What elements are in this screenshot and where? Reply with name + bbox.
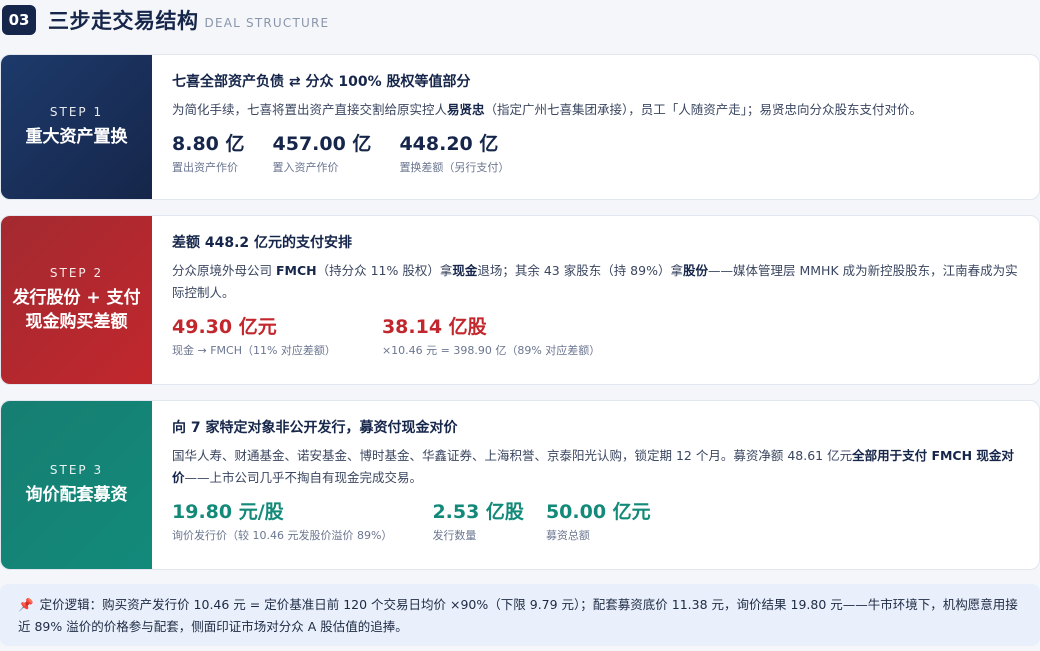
metrics-row: 19.80 元/股 询价发行价（较 10.46 元发股价溢价 89%） 2.53… — [172, 499, 1019, 543]
step-description: 分众原境外母公司 FMCH（持分众 11% 股权）拿现金退场；其余 43 家股东… — [172, 260, 1019, 304]
metric-value: 457.00 亿 — [272, 133, 372, 155]
metric-label: ×10.46 元 = 398.90 亿（89% 对应差额） — [381, 344, 601, 357]
section-title: 三步走交易结构 — [48, 9, 199, 33]
metric: 448.20 亿 置换差额（另行支付） — [399, 131, 509, 175]
metric-label: 募资总额 — [545, 529, 590, 542]
step-card-1: STEP 1 重大资产置换 七喜全部资产负债 ⇄ 分众 100% 股权等值部分 … — [0, 54, 1040, 200]
metric-label: 置换差额（另行支付） — [399, 161, 510, 174]
step-body: 向 7 家特定对象非公开发行，募资付现金对价 国华人寿、财通基金、诺安基金、博时… — [152, 401, 1039, 569]
desc-emphasis: 现金 — [452, 263, 478, 278]
desc-emphasis: 股份 — [682, 263, 708, 278]
step-body: 差额 448.2 亿元的支付安排 分众原境外母公司 FMCH（持分众 11% 股… — [152, 216, 1039, 384]
metric-label: 置出资产作价 — [172, 161, 238, 174]
desc-text: 为简化手续，七喜将置出资产直接交割给原实控人 — [172, 102, 448, 117]
metric-value: 2.53 亿股 — [432, 501, 524, 523]
step-card-3: STEP 3 询价配套募资 向 7 家特定对象非公开发行，募资付现金对价 国华人… — [0, 400, 1040, 570]
step-title: 七喜全部资产负债 ⇄ 分众 100% 股权等值部分 — [172, 74, 471, 90]
desc-emphasis: FMCH — [275, 263, 317, 278]
step-title: 差额 448.2 亿元的支付安排 — [172, 235, 353, 251]
metric-value: 448.20 亿 — [399, 133, 499, 155]
desc-text: 国华人寿、财通基金、诺安基金、博时基金、华鑫证券、上海积誉、京泰阳光认购，锁定期… — [172, 448, 853, 463]
metric-value: 19.80 元/股 — [172, 501, 284, 523]
step-side-panel: STEP 1 重大资产置换 — [1, 55, 152, 199]
metric: 2.53 亿股 发行数量 — [432, 499, 524, 543]
step-name: 询价配套募资 — [25, 485, 128, 505]
step-side-panel: STEP 3 询价配套募资 — [1, 401, 152, 569]
metrics-row: 8.80 亿 置出资产作价 457.00 亿 置入资产作价 448.20 亿 置… — [172, 131, 1019, 175]
metrics-row: 49.30 亿元 现金 → FMCH（11% 对应差额） 38.14 亿股 ×1… — [172, 314, 1019, 358]
pin-icon: 📌 — [18, 597, 34, 612]
step-description: 国华人寿、财通基金、诺安基金、博时基金、华鑫证券、上海积誉、京泰阳光认购，锁定期… — [172, 445, 1019, 489]
step-name: 重大资产置换 — [25, 127, 128, 147]
step-label: STEP 3 — [49, 463, 104, 477]
desc-text: 退场；其余 43 家股东（持 89%）拿 — [477, 263, 683, 278]
metric: 38.14 亿股 ×10.46 元 = 398.90 亿（89% 对应差额） — [382, 314, 600, 358]
desc-text: （持分众 11% 股权）拿 — [316, 263, 453, 278]
metric-value: 38.14 亿股 — [381, 316, 487, 338]
note-text: 定价逻辑：购买资产发行价 10.46 元 = 定价基准日前 120 个交易日均价… — [18, 597, 1018, 634]
metric-value: 8.80 亿 — [172, 133, 245, 155]
step-label: STEP 1 — [49, 105, 104, 119]
metric: 457.00 亿 置入资产作价 — [273, 131, 372, 175]
section-header: 03 三步走交易结构 DEAL STRUCTURE — [0, 4, 329, 36]
desc-text: ——上市公司几乎不掏自有现金完成交易。 — [184, 470, 423, 485]
desc-text: （指定广州七喜集团承接），员工「人随资产走」；易贤忠向分众股东支付对价。 — [484, 102, 923, 117]
step-label: STEP 2 — [49, 266, 104, 280]
metric-value: 50.00 亿元 — [545, 501, 651, 523]
step-description: 为简化手续，七喜将置出资产直接交割给原实控人易贤忠（指定广州七喜集团承接），员工… — [172, 99, 1019, 121]
desc-emphasis: 易贤忠 — [447, 102, 485, 117]
section-subtitle: DEAL STRUCTURE — [204, 16, 330, 30]
step-body: 七喜全部资产负债 ⇄ 分众 100% 股权等值部分 为简化手续，七喜将置出资产直… — [152, 55, 1039, 199]
metric: 8.80 亿 置出资产作价 — [172, 131, 245, 175]
desc-text: 分众原境外母公司 — [172, 263, 276, 278]
pricing-logic-note: 📌 定价逻辑：购买资产发行价 10.46 元 = 定价基准日前 120 个交易日均… — [0, 584, 1040, 646]
step-side-panel: STEP 2 发行股份 + 支付现金购买差额 — [1, 216, 152, 384]
step-card-2: STEP 2 发行股份 + 支付现金购买差额 差额 448.2 亿元的支付安排 … — [0, 215, 1040, 385]
metric-label: 发行数量 — [432, 529, 477, 542]
metric: 50.00 亿元 募资总额 — [546, 499, 651, 543]
metric-label: 询价发行价（较 10.46 元发股价溢价 89%） — [172, 529, 393, 542]
metric: 49.30 亿元 现金 → FMCH（11% 对应差额） — [172, 314, 336, 358]
metric-label: 现金 → FMCH（11% 对应差额） — [172, 344, 336, 357]
step-title: 向 7 家特定对象非公开发行，募资付现金对价 — [172, 420, 458, 436]
metric-value: 49.30 亿元 — [172, 316, 277, 338]
metric-label: 置入资产作价 — [272, 161, 339, 174]
step-name: 发行股份 + 支付现金购买差额 — [12, 288, 141, 332]
metric: 19.80 元/股 询价发行价（较 10.46 元发股价溢价 89%） — [172, 499, 392, 543]
section-number-badge: 03 — [2, 5, 36, 35]
